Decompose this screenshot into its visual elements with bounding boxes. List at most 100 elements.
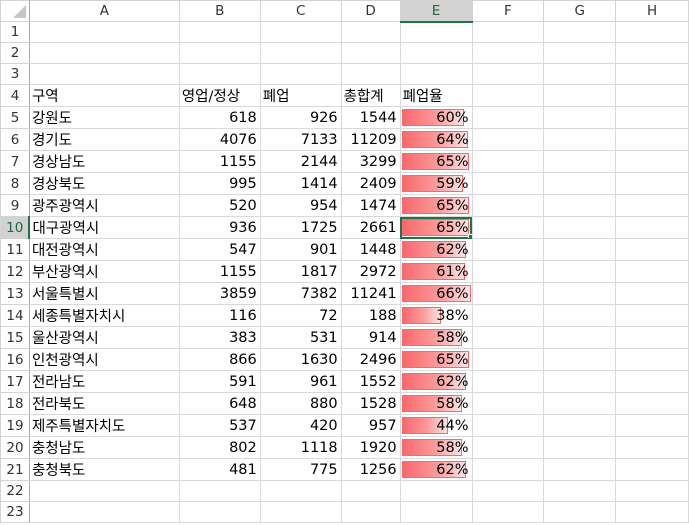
cell-e17[interactable]: 62% <box>399 370 473 393</box>
cell-a15[interactable]: 울산광역시 <box>28 326 180 349</box>
cell-e18[interactable]: 58% <box>399 392 473 415</box>
cell-f17[interactable] <box>471 370 545 393</box>
cell-c23[interactable] <box>259 501 342 523</box>
cell-d12[interactable]: 2972 <box>340 260 401 283</box>
cell-g22[interactable] <box>543 480 617 502</box>
cell-f22[interactable] <box>471 480 545 502</box>
cell-g7[interactable] <box>543 150 617 173</box>
cell-h14[interactable] <box>615 304 689 327</box>
cell-b1[interactable] <box>178 21 261 43</box>
cell-a22[interactable] <box>28 480 180 502</box>
cell-g21[interactable] <box>543 458 617 481</box>
cell-b23[interactable] <box>178 501 261 523</box>
cell-a13[interactable]: 서울특별시 <box>28 282 180 305</box>
cell-e22[interactable] <box>399 480 473 502</box>
cell-e8[interactable]: 59% <box>399 172 473 195</box>
cell-d20[interactable]: 1920 <box>340 436 401 459</box>
row-header[interactable]: 7 <box>0 150 30 173</box>
cell-c8[interactable]: 1414 <box>259 172 342 195</box>
cell-e23[interactable] <box>399 501 473 523</box>
cell-g8[interactable] <box>543 172 617 195</box>
cell-b5[interactable]: 618 <box>178 106 261 129</box>
cell-c13[interactable]: 7382 <box>259 282 342 305</box>
cell-g18[interactable] <box>543 392 617 415</box>
cell-c11[interactable]: 901 <box>259 238 342 261</box>
cell-c1[interactable] <box>259 21 342 43</box>
row-header[interactable]: 10 <box>0 216 31 239</box>
cell-g19[interactable] <box>543 414 617 437</box>
cell-h3[interactable] <box>615 63 689 85</box>
row-header[interactable]: 11 <box>0 238 30 261</box>
cell-g6[interactable] <box>543 128 617 151</box>
cell-b2[interactable] <box>178 42 261 64</box>
cell-a14[interactable]: 세종특별자치시 <box>28 304 180 327</box>
cell-g1[interactable] <box>543 21 617 43</box>
cell-c12[interactable]: 1817 <box>259 260 342 283</box>
cell-c14[interactable]: 72 <box>259 304 342 327</box>
column-header-d[interactable]: D <box>340 0 401 22</box>
cell-f21[interactable] <box>471 458 545 481</box>
cell-d2[interactable] <box>340 42 401 64</box>
cell-e6[interactable]: 64% <box>399 128 473 151</box>
cell-h7[interactable] <box>615 150 689 173</box>
cell-c17[interactable]: 961 <box>259 370 342 393</box>
cell-h9[interactable] <box>615 194 689 217</box>
cell-d8[interactable]: 2409 <box>340 172 401 195</box>
row-header[interactable]: 13 <box>0 282 30 305</box>
cell-c9[interactable]: 954 <box>259 194 342 217</box>
cell-b20[interactable]: 802 <box>178 436 261 459</box>
cell-a8[interactable]: 경상북도 <box>28 172 180 195</box>
cell-g3[interactable] <box>543 63 617 85</box>
cell-e7[interactable]: 65% <box>399 150 473 173</box>
cell-e12[interactable]: 61% <box>399 260 473 283</box>
cell-f5[interactable] <box>471 106 545 129</box>
cell-a11[interactable]: 대전광역시 <box>28 238 180 261</box>
cell-b15[interactable]: 383 <box>178 326 261 349</box>
cell-g13[interactable] <box>543 282 617 305</box>
cell-a19[interactable]: 제주특별자치도 <box>28 414 180 437</box>
row-header[interactable]: 14 <box>0 304 30 327</box>
cell-a6[interactable]: 경기도 <box>28 128 180 151</box>
cell-d18[interactable]: 1528 <box>340 392 401 415</box>
cell-d15[interactable]: 914 <box>340 326 401 349</box>
cell-d5[interactable]: 1544 <box>340 106 401 129</box>
cell-b12[interactable]: 1155 <box>178 260 261 283</box>
cell-f8[interactable] <box>471 172 545 195</box>
row-header[interactable]: 2 <box>0 42 30 64</box>
column-header-f[interactable]: F <box>471 0 545 22</box>
row-header[interactable]: 16 <box>0 348 30 371</box>
cell-a4[interactable]: 구역 <box>28 84 180 107</box>
cell-c10[interactable]: 1725 <box>259 216 342 239</box>
cell-e1[interactable] <box>399 21 473 43</box>
cell-f14[interactable] <box>471 304 545 327</box>
cell-b9[interactable]: 520 <box>178 194 261 217</box>
cell-d1[interactable] <box>340 21 401 43</box>
cell-b7[interactable]: 1155 <box>178 150 261 173</box>
row-header[interactable]: 21 <box>0 458 30 481</box>
cell-g4[interactable] <box>543 84 617 107</box>
column-header-e[interactable]: E <box>399 0 473 23</box>
cell-b14[interactable]: 116 <box>178 304 261 327</box>
cell-b21[interactable]: 481 <box>178 458 261 481</box>
cell-g12[interactable] <box>543 260 617 283</box>
cell-a16[interactable]: 인천광역시 <box>28 348 180 371</box>
cell-e19[interactable]: 44% <box>399 414 473 437</box>
cell-d19[interactable]: 957 <box>340 414 401 437</box>
column-header-a[interactable]: A <box>28 0 180 22</box>
cell-b8[interactable]: 995 <box>178 172 261 195</box>
column-header-c[interactable]: C <box>259 0 342 22</box>
cell-a5[interactable]: 강원도 <box>28 106 180 129</box>
cell-g20[interactable] <box>543 436 617 459</box>
cell-f4[interactable] <box>471 84 545 107</box>
cell-e11[interactable]: 62% <box>399 238 473 261</box>
cell-b11[interactable]: 547 <box>178 238 261 261</box>
cell-d23[interactable] <box>340 501 401 523</box>
cell-d14[interactable]: 188 <box>340 304 401 327</box>
cell-a17[interactable]: 전라남도 <box>28 370 180 393</box>
cell-d4[interactable]: 총합계 <box>340 84 401 107</box>
cell-d7[interactable]: 3299 <box>340 150 401 173</box>
cell-f10[interactable] <box>471 216 545 239</box>
cell-h20[interactable] <box>615 436 689 459</box>
cell-e16[interactable]: 65% <box>399 348 473 371</box>
cell-c15[interactable]: 531 <box>259 326 342 349</box>
